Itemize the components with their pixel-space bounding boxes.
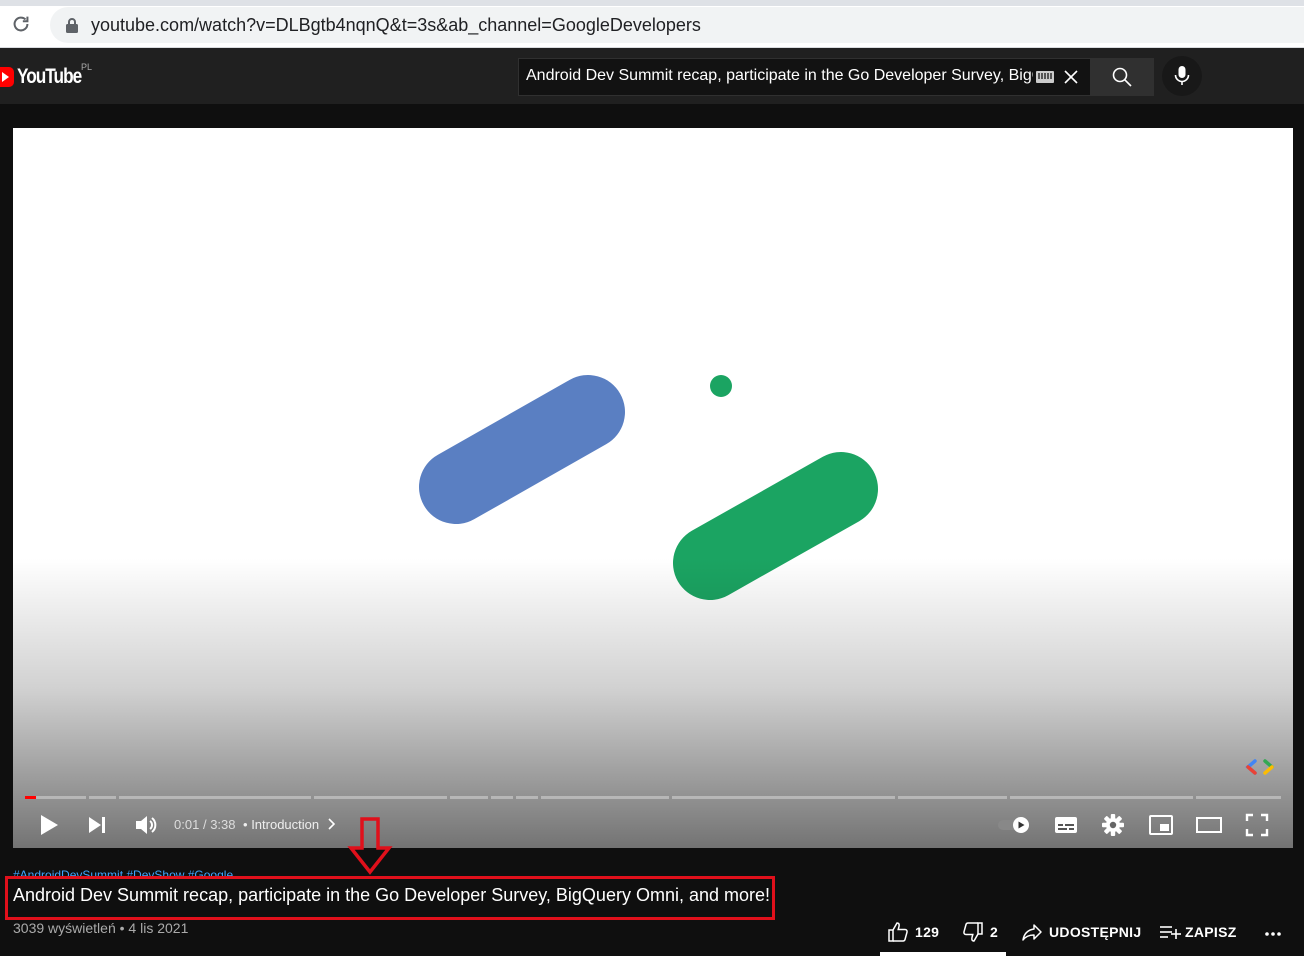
search-icon (1112, 67, 1132, 87)
view-count: 3039 wyświetleń (13, 920, 116, 936)
microphone-icon (1174, 66, 1190, 85)
volume-icon[interactable] (133, 812, 159, 838)
video-player[interactable]: 0:01 / 3:38 • Introduction (13, 128, 1293, 848)
youtube-play-logo-icon (0, 67, 14, 87)
time-separator: / (202, 817, 207, 832)
chapter-segment[interactable] (898, 796, 1007, 799)
chapter-segment[interactable] (450, 796, 488, 799)
time-total: 3:38 (210, 817, 236, 832)
autoplay-toggle-icon[interactable] (997, 815, 1033, 835)
youtube-masthead: YouTube PL Android Dev Summit recap, par… (0, 48, 1304, 104)
address-bar[interactable]: youtube.com/watch?v=DLBgtb4nqnQ&t=3s&ab_… (50, 7, 1304, 43)
progress-bar[interactable] (25, 796, 1281, 799)
annotation-down-arrow (347, 817, 393, 875)
google-developers-watermark-icon[interactable] (1245, 758, 1277, 776)
add-to-playlist-icon (1160, 926, 1181, 939)
youtube-wordmark: YouTube (17, 65, 82, 88)
share-label: UDOSTĘPNIJ (1049, 924, 1142, 940)
play-icon[interactable] (37, 812, 61, 838)
player-controls: 0:01 / 3:38 • Introduction (13, 804, 1293, 848)
share-arrow-icon (1022, 924, 1042, 941)
chapter-segment[interactable] (119, 796, 311, 799)
subtitles-icon[interactable] (1053, 812, 1079, 838)
fullscreen-icon[interactable] (1244, 812, 1270, 838)
chapter-segment[interactable] (89, 796, 116, 799)
chapter-segment[interactable] (672, 796, 895, 799)
chevron-right-icon (328, 818, 335, 830)
country-code: PL (81, 62, 93, 72)
share-button[interactable]: UDOSTĘPNIJ (1021, 920, 1141, 944)
next-video-icon[interactable] (86, 812, 108, 838)
chapter-segment[interactable] (516, 796, 538, 799)
voice-search-button[interactable] (1162, 56, 1202, 96)
chapter-segment[interactable] (1196, 796, 1281, 799)
chapter-title-button[interactable]: • Introduction (243, 817, 336, 832)
lock-icon[interactable] (65, 17, 79, 33)
chapter-separator: • (243, 817, 248, 832)
time-display: 0:01 / 3:38 (174, 817, 236, 832)
keyboard-icon[interactable] (1036, 71, 1054, 83)
meta-separator: • (119, 920, 125, 936)
save-button[interactable]: ZAPISZ (1159, 920, 1237, 944)
clear-search-icon[interactable] (1061, 67, 1081, 87)
chapter-title: Introduction (251, 817, 320, 832)
theater-mode-icon[interactable] (1196, 812, 1222, 838)
video-title: Android Dev Summit recap, participate in… (13, 885, 771, 905)
chapter-segment[interactable] (314, 796, 447, 799)
thumbs-up-icon (888, 922, 908, 942)
search-input-text[interactable]: Android Dev Summit recap, participate in… (526, 67, 1033, 85)
search-button[interactable] (1090, 58, 1154, 96)
search-input[interactable]: Android Dev Summit recap, participate in… (518, 58, 1090, 96)
more-actions-button[interactable] (1264, 920, 1284, 944)
reload-icon[interactable] (10, 13, 32, 35)
dislike-count: 2 (990, 924, 999, 940)
dislike-button[interactable]: 2 (962, 920, 998, 944)
like-button[interactable]: 129 (887, 920, 939, 944)
video-meta: 3039 wyświetleń • 4 lis 2021 (13, 920, 188, 936)
browser-tabstrip (0, 0, 1304, 6)
settings-gear-icon[interactable] (1100, 812, 1126, 838)
browser-toolbar: youtube.com/watch?v=DLBgtb4nqnQ&t=3s&ab_… (0, 0, 1304, 48)
upload-date: 4 lis 2021 (128, 920, 189, 936)
like-count: 129 (915, 924, 940, 940)
save-label: ZAPISZ (1185, 924, 1237, 940)
chapter-segment[interactable] (541, 796, 669, 799)
url-text[interactable]: youtube.com/watch?v=DLBgtb4nqnQ&t=3s&ab_… (91, 15, 701, 36)
thumbs-down-icon (963, 922, 983, 942)
progress-played (25, 796, 36, 799)
miniplayer-icon[interactable] (1148, 812, 1174, 838)
time-current: 0:01 (174, 817, 200, 832)
chapter-segment[interactable] (491, 796, 513, 799)
more-horizontal-icon (1265, 932, 1281, 936)
like-dislike-ratio-bar (880, 952, 1006, 956)
chapter-segment[interactable] (1010, 796, 1193, 799)
